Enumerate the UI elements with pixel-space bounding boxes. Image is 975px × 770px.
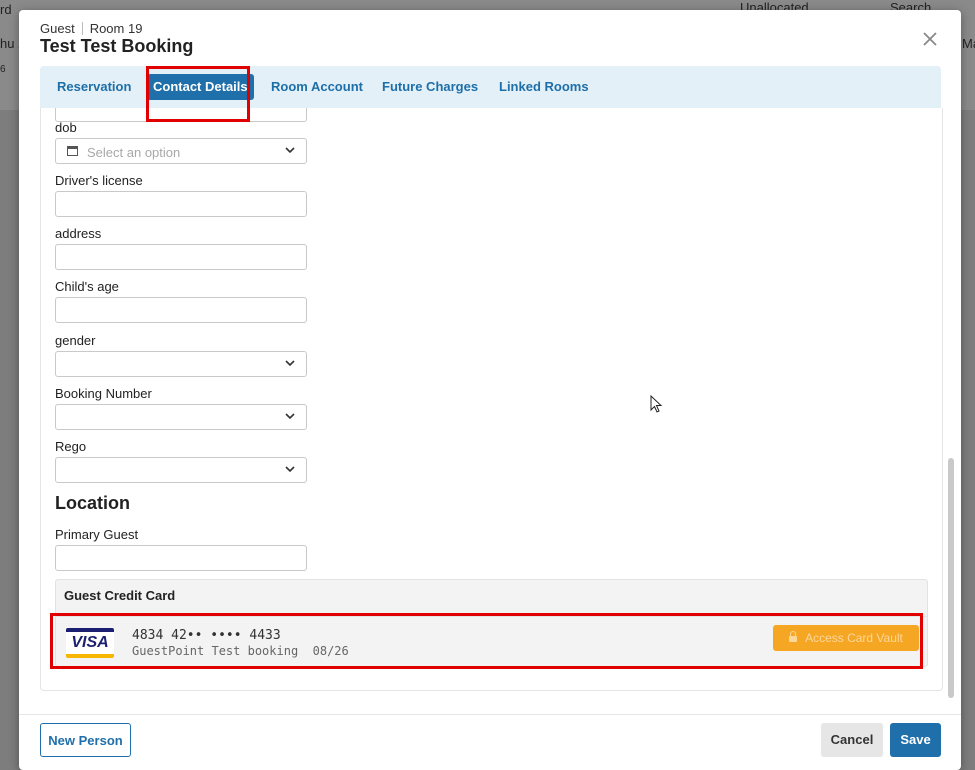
field-label-booking-number: Booking Number: [55, 386, 152, 401]
field-label-gender: gender: [55, 333, 96, 348]
guest-label: Guest: [40, 21, 75, 36]
drivers-license-input[interactable]: [55, 191, 307, 217]
chevron-down-icon: [285, 466, 295, 473]
bg-fragment: rd: [0, 2, 12, 17]
highlight-contact-details-tab: [146, 66, 250, 122]
dob-placeholder: Select an option: [87, 145, 181, 160]
tab-linked-rooms[interactable]: Linked Rooms: [493, 74, 595, 100]
new-person-button[interactable]: New Person: [40, 723, 131, 757]
bg-fragment-right: Ma: [962, 36, 975, 51]
field-label-rego: Rego: [55, 439, 87, 454]
header-separator: [81, 22, 83, 35]
save-button[interactable]: Save: [890, 723, 941, 757]
chevron-down-icon: [285, 413, 295, 420]
room-label: Room 19: [89, 21, 143, 36]
tab-reservation[interactable]: Reservation: [51, 74, 137, 100]
modal-subheader: Guest Room 19: [40, 21, 142, 36]
modal-title: Test Test Booking: [40, 36, 194, 56]
field-label-address: address: [55, 226, 102, 241]
close-icon[interactable]: [919, 28, 941, 50]
content-scrollbar-thumb[interactable]: [948, 458, 954, 698]
address-input[interactable]: [55, 244, 307, 270]
footer-divider: [19, 714, 961, 715]
field-label-dob: dob: [55, 120, 77, 135]
chevron-down-icon: [285, 147, 295, 154]
bg-fragment: 6: [0, 64, 6, 75]
dob-select[interactable]: Select an option: [55, 138, 307, 164]
booking-number-select[interactable]: [55, 404, 307, 430]
tab-future-charges[interactable]: Future Charges: [376, 74, 484, 100]
location-section-title: Location: [55, 493, 130, 513]
cancel-button[interactable]: Cancel: [821, 723, 883, 757]
field-label-drivers-license: Driver's license: [55, 173, 143, 188]
tab-room-account[interactable]: Room Account: [265, 74, 369, 100]
calendar-icon: [67, 146, 78, 156]
field-label-primary-guest: Primary Guest: [55, 527, 139, 542]
gender-select[interactable]: [55, 351, 307, 377]
chevron-down-icon: [285, 360, 295, 367]
childs-age-input[interactable]: [55, 297, 307, 323]
field-label-childs-age: Child's age: [55, 279, 119, 294]
rego-select[interactable]: [55, 457, 307, 483]
mouse-cursor-icon: [650, 395, 663, 413]
primary-guest-input[interactable]: [55, 545, 307, 571]
highlight-credit-card-row: [50, 613, 923, 669]
contact-details-panel: dob Select an option Driver's license ad…: [40, 108, 943, 691]
credit-card-section-title: Guest Credit Card: [64, 588, 176, 603]
